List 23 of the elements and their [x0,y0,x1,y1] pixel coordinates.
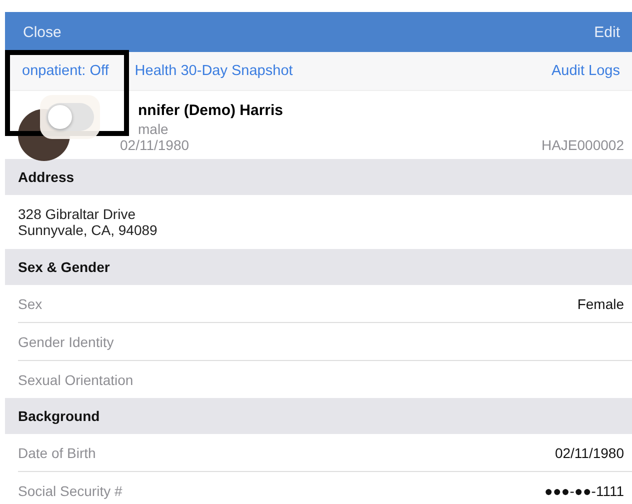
toggle-switch[interactable] [46,103,94,131]
field-label: Social Security # [18,482,122,498]
address-line: 328 Gibraltar Drive [18,206,136,222]
section-header: Sex & Gender [5,249,632,285]
patient-id: HAJE000002 [541,137,624,153]
field-value: Female [577,296,624,312]
field-value: 02/11/1980 [554,444,624,460]
close-button[interactable]: Close [23,24,62,40]
field-label: Gender Identity [18,334,114,350]
field-label: Sexual Orientation [18,372,134,388]
toolbar-link[interactable]: Audit Logs [551,63,620,79]
field-value: ●●●-●●-1111 [544,482,624,498]
section-header: Address [5,159,632,195]
patient-name: nnifer (Demo) Harris [138,102,284,119]
field-label: Sex [18,296,42,312]
address-line: Sunnyvale, CA, 94089 [18,222,158,238]
edit-button[interactable]: Edit [594,24,620,40]
toolbar-link[interactable]: Health 30-Day Snapshot [134,63,293,79]
patient-sex: male [138,121,170,137]
field-label: Date of Birth [18,444,96,460]
patient-birth-date: 02/11/1980 [120,137,190,153]
toolbar-link[interactable]: onpatient: Off [22,63,109,79]
section-header: Background [5,398,632,434]
